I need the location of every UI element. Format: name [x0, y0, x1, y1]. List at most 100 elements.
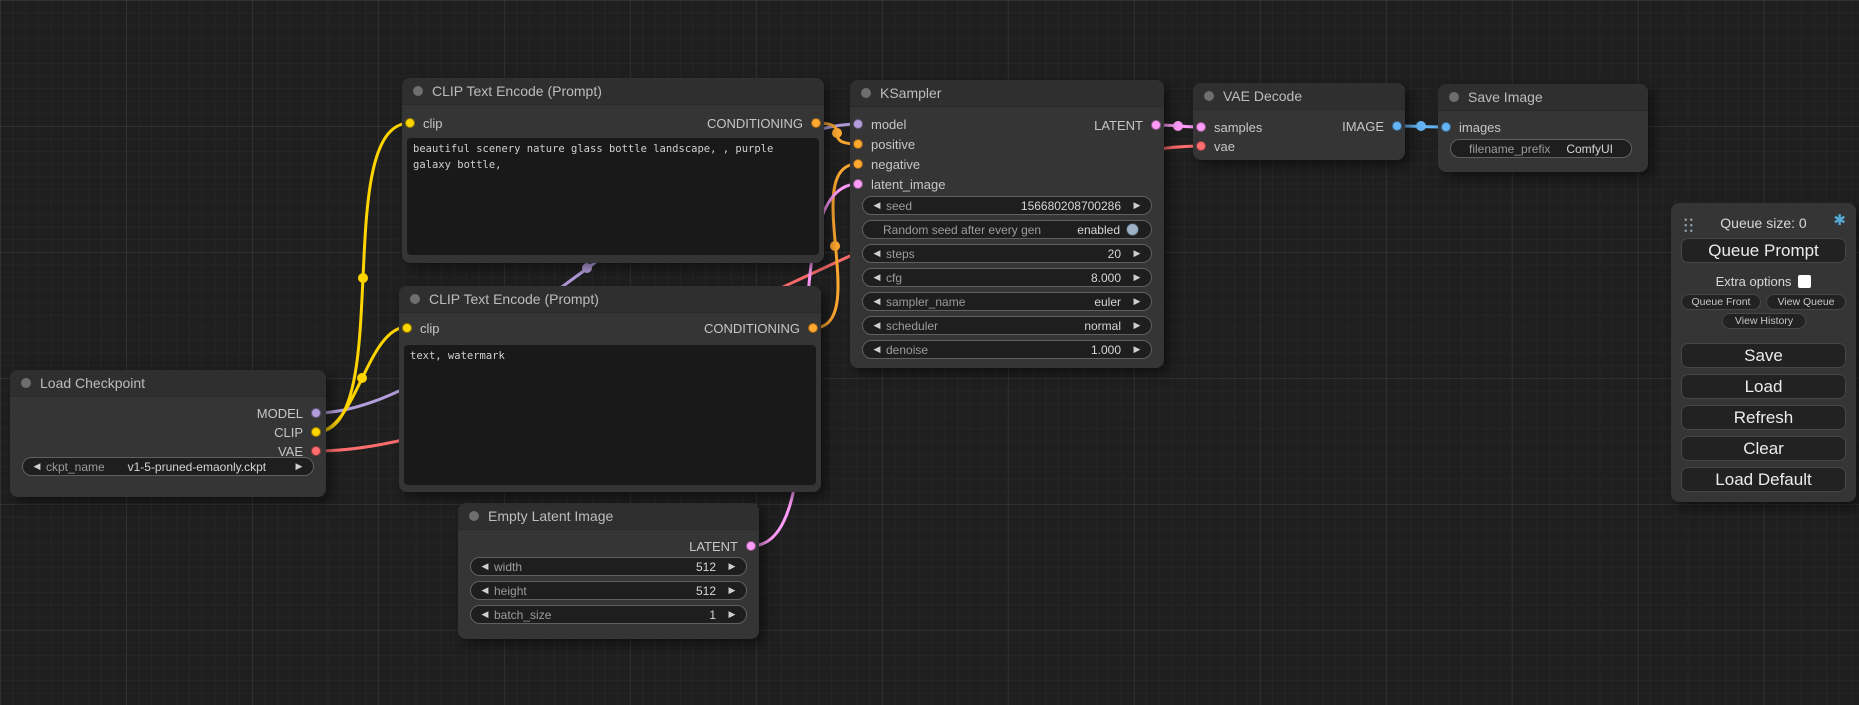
batch-size-widget[interactable]: ◀ batch_size 1 ▶: [470, 605, 747, 624]
latent-image-input-dot[interactable]: [853, 179, 863, 189]
cfg-widget[interactable]: ◀ cfg 8.000 ▶: [862, 268, 1152, 287]
node-collapse-dot[interactable]: [410, 294, 420, 304]
samples-input-dot[interactable]: [1196, 122, 1206, 132]
node-titlebar[interactable]: KSampler: [850, 80, 1164, 107]
vae-input-dot[interactable]: [1196, 141, 1206, 151]
increment-arrow-icon[interactable]: ▶: [1131, 249, 1143, 258]
node-collapse-dot[interactable]: [413, 86, 423, 96]
refresh-button[interactable]: Refresh: [1681, 405, 1846, 430]
queue-size-label: Queue size: 0: [1671, 213, 1856, 233]
node-titlebar[interactable]: CLIP Text Encode (Prompt): [402, 78, 824, 105]
decrement-arrow-icon[interactable]: ◀: [871, 201, 883, 210]
link-midpoint-dot: [358, 273, 368, 283]
node-save-image[interactable]: Save Image images filename_prefix ComfyU…: [1438, 84, 1648, 172]
output-port-latent: LATENT: [689, 539, 756, 553]
node-title: Save Image: [1468, 89, 1543, 105]
prompt-textarea[interactable]: [407, 138, 819, 255]
queue-front-button[interactable]: Queue Front: [1681, 294, 1761, 310]
decrement-arrow-icon[interactable]: ◀: [871, 345, 883, 354]
node-title: CLIP Text Encode (Prompt): [429, 291, 599, 307]
seed-widget[interactable]: ◀ seed 156680208700286 ▶: [862, 196, 1152, 215]
view-history-button[interactable]: View History: [1722, 313, 1806, 329]
clear-button[interactable]: Clear: [1681, 436, 1846, 461]
comfyui-canvas[interactable]: Load Checkpoint MODEL CLIP VAE ◀ ckpt_na…: [0, 0, 1859, 705]
steps-widget[interactable]: ◀ steps 20 ▶: [862, 244, 1152, 263]
load-button[interactable]: Load: [1681, 374, 1846, 399]
output-port-clip: CLIP: [274, 425, 321, 439]
decrement-arrow-icon[interactable]: ◀: [871, 273, 883, 282]
input-port-images: images: [1441, 120, 1501, 134]
conditioning-output-dot[interactable]: [808, 323, 818, 333]
node-titlebar[interactable]: Save Image: [1438, 84, 1648, 111]
node-collapse-dot[interactable]: [1204, 91, 1214, 101]
node-clip-text-encode-negative[interactable]: CLIP Text Encode (Prompt) clip CONDITION…: [399, 286, 821, 492]
node-collapse-dot[interactable]: [861, 88, 871, 98]
sampler-name-widget[interactable]: ◀ sampler_name euler ▶: [862, 292, 1152, 311]
decrement-arrow-icon[interactable]: ◀: [479, 610, 491, 619]
node-ksampler[interactable]: KSampler model positive negative latent_…: [850, 80, 1164, 368]
increment-arrow-icon[interactable]: ▶: [726, 562, 738, 571]
images-input-dot[interactable]: [1441, 122, 1451, 132]
increment-arrow-icon[interactable]: ▶: [1131, 345, 1143, 354]
random-seed-toggle-widget[interactable]: Random seed after every gen enabled: [862, 220, 1152, 239]
clip-input-dot[interactable]: [402, 323, 412, 333]
output-port-latent: LATENT: [1094, 118, 1161, 132]
negative-input-dot[interactable]: [853, 159, 863, 169]
positive-input-dot[interactable]: [853, 139, 863, 149]
queue-panel: Queue size: 0 ✱ Queue Prompt Extra optio…: [1671, 203, 1856, 502]
latent-output-dot[interactable]: [746, 541, 756, 551]
filename-prefix-widget[interactable]: filename_prefix ComfyUI: [1450, 139, 1632, 158]
load-default-button[interactable]: Load Default: [1681, 467, 1846, 492]
vae-output-dot[interactable]: [311, 446, 321, 456]
prompt-textarea[interactable]: [404, 345, 816, 485]
node-titlebar[interactable]: Load Checkpoint: [10, 370, 326, 397]
increment-arrow-icon[interactable]: ▶: [1131, 273, 1143, 282]
node-collapse-dot[interactable]: [1449, 92, 1459, 102]
node-clip-text-encode-positive[interactable]: CLIP Text Encode (Prompt) clip CONDITION…: [402, 78, 824, 263]
toggle-circle-icon[interactable]: [1126, 223, 1139, 236]
decrement-arrow-icon[interactable]: ◀: [31, 462, 43, 471]
increment-arrow-icon[interactable]: ▶: [1131, 321, 1143, 330]
link-clip-negative: [316, 327, 407, 432]
clip-input-dot[interactable]: [405, 118, 415, 128]
output-port-conditioning: CONDITIONING: [704, 321, 818, 335]
node-empty-latent-image[interactable]: Empty Latent Image LATENT ◀ width 512 ▶ …: [458, 503, 759, 639]
decrement-arrow-icon[interactable]: ◀: [871, 249, 883, 258]
scheduler-widget[interactable]: ◀ scheduler normal ▶: [862, 316, 1152, 335]
node-titlebar[interactable]: CLIP Text Encode (Prompt): [399, 286, 821, 313]
increment-arrow-icon[interactable]: ▶: [293, 462, 305, 471]
height-widget[interactable]: ◀ height 512 ▶: [470, 581, 747, 600]
settings-gear-icon[interactable]: ✱: [1833, 213, 1846, 228]
model-input-dot[interactable]: [853, 119, 863, 129]
latent-output-dot[interactable]: [1151, 120, 1161, 130]
decrement-arrow-icon[interactable]: ◀: [871, 321, 883, 330]
node-collapse-dot[interactable]: [469, 511, 479, 521]
model-output-dot[interactable]: [311, 408, 321, 418]
width-widget[interactable]: ◀ width 512 ▶: [470, 557, 747, 576]
increment-arrow-icon[interactable]: ▶: [1131, 201, 1143, 210]
increment-arrow-icon[interactable]: ▶: [726, 586, 738, 595]
image-output-dot[interactable]: [1392, 121, 1402, 131]
decrement-arrow-icon[interactable]: ◀: [479, 586, 491, 595]
node-vae-decode[interactable]: VAE Decode samples vae IMAGE: [1193, 83, 1405, 160]
extra-options-checkbox[interactable]: [1798, 275, 1811, 288]
node-titlebar[interactable]: Empty Latent Image: [458, 503, 759, 530]
ckpt-name-widget[interactable]: ◀ ckpt_name v1-5-pruned-emaonly.ckpt ▶: [22, 457, 314, 476]
view-queue-button[interactable]: View Queue: [1766, 294, 1846, 310]
output-port-image: IMAGE: [1342, 119, 1402, 133]
decrement-arrow-icon[interactable]: ◀: [871, 297, 883, 306]
queue-prompt-button[interactable]: Queue Prompt: [1681, 238, 1846, 263]
clip-output-dot[interactable]: [311, 427, 321, 437]
decrement-arrow-icon[interactable]: ◀: [479, 562, 491, 571]
increment-arrow-icon[interactable]: ▶: [726, 610, 738, 619]
denoise-widget[interactable]: ◀ denoise 1.000 ▶: [862, 340, 1152, 359]
increment-arrow-icon[interactable]: ▶: [1131, 297, 1143, 306]
node-title: CLIP Text Encode (Prompt): [432, 83, 602, 99]
node-titlebar[interactable]: VAE Decode: [1193, 83, 1405, 110]
node-collapse-dot[interactable]: [21, 378, 31, 388]
save-button[interactable]: Save: [1681, 343, 1846, 368]
input-port-positive: positive: [853, 137, 915, 151]
node-load-checkpoint[interactable]: Load Checkpoint MODEL CLIP VAE ◀ ckpt_na…: [10, 370, 326, 497]
link-midpoint-dot: [1416, 121, 1426, 131]
conditioning-output-dot[interactable]: [811, 118, 821, 128]
